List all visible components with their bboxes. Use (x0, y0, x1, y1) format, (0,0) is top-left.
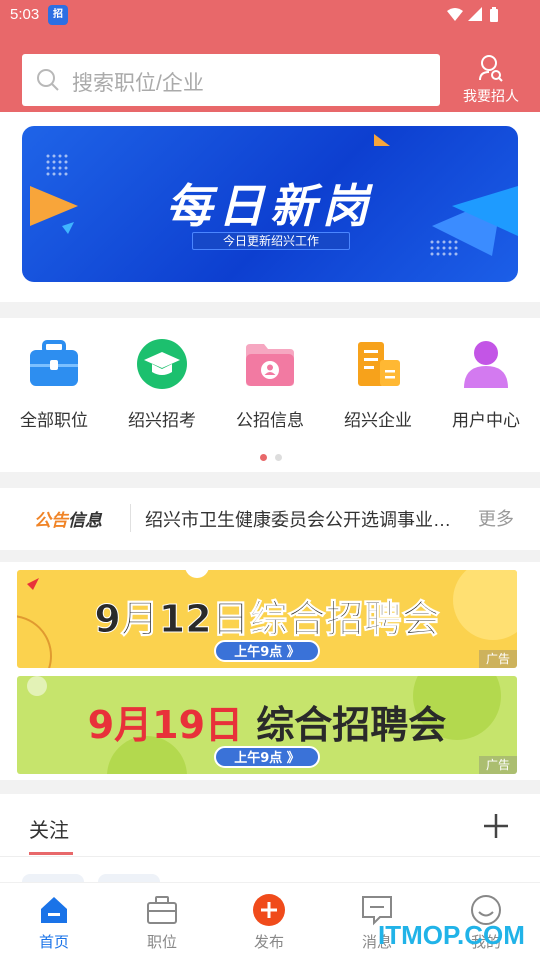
ad-section: 9月12日综合招聘会 上午9点 》 广告 9月19日 综合招聘会 上午9点 》 … (0, 562, 540, 780)
search-placeholder: 搜索职位/企业 (72, 72, 204, 95)
banner-headline: 每日新岗 (166, 179, 374, 233)
promo-banner[interactable]: 每日新岗 今日更新绍兴工作 (22, 126, 518, 282)
plus-circle-icon (253, 894, 285, 926)
top-header: 搜索职位/企业 我要招人 (0, 30, 540, 112)
app-badge-icon: 招 (48, 5, 68, 25)
ad-title-date: 9月19日 (87, 703, 244, 747)
notice-tag: 公告信息 (34, 506, 102, 531)
notice-divider (130, 504, 131, 532)
home-icon (41, 897, 67, 923)
status-time: 5:03 (10, 6, 40, 23)
menu-item-all-jobs[interactable]: 全部职位 (0, 338, 108, 431)
banner-section: 每日新岗 今日更新绍兴工作 (0, 112, 540, 302)
signal-icon (468, 7, 482, 21)
briefcase-icon (30, 340, 78, 386)
ad-banner[interactable]: 9月12日综合招聘会 上午9点 》 广告 (17, 570, 517, 668)
ad-title: 9月12日综合招聘会 (17, 588, 517, 643)
notice-tag-part-a: 公告 (34, 511, 68, 531)
follow-tab[interactable]: 关注 (29, 814, 69, 843)
ad-title-date: 9月12日 (94, 597, 250, 642)
menu-item-label: 公招信息 (236, 411, 304, 430)
follow-tab-underline (29, 852, 73, 855)
system-icons (446, 6, 506, 28)
recruit-label: 我要招人 (463, 89, 519, 105)
tab-label: 发布 (253, 934, 284, 951)
ad-tag: 广告 (479, 650, 517, 668)
tab-home[interactable]: 首页 (14, 893, 94, 952)
ad-title-rest: 综合招聘会 (249, 597, 440, 642)
menu-item-user-center[interactable]: 用户中心 (432, 338, 540, 431)
add-icon[interactable] (482, 812, 510, 840)
page-dot (275, 454, 282, 461)
recruit-button[interactable]: 我要招人 (456, 54, 526, 106)
menu-item-label: 全部职位 (20, 411, 88, 430)
menu-item-enterprises[interactable]: 绍兴企业 (324, 338, 432, 431)
menu-item-label: 绍兴招考 (128, 411, 196, 430)
tab-label: 职位 (146, 934, 177, 951)
ad-time-pill: 上午9点 》 (214, 746, 320, 768)
page-dot-active (260, 454, 267, 461)
ad-tag: 广告 (479, 756, 517, 774)
status-bar: 5:03 招 (0, 0, 540, 30)
watermark: ITMOP.COM (378, 920, 525, 950)
wifi-icon (447, 8, 463, 21)
menu-item-public-recruitment[interactable]: 公招信息 (216, 338, 324, 431)
user-icon (464, 341, 508, 388)
ad-time-pill: 上午9点 》 (214, 640, 320, 662)
tab-publish[interactable]: 发布 (229, 893, 309, 952)
page-indicator (256, 446, 286, 465)
ad-title: 9月19日 综合招聘会 (17, 694, 517, 749)
notice-text[interactable]: 绍兴市卫生健康委员会公开选调事业单位工作人员 (145, 506, 461, 532)
menu-item-label: 绍兴企业 (344, 411, 412, 430)
tab-label: 首页 (38, 934, 69, 951)
menu-item-label: 用户中心 (452, 411, 520, 430)
notice-tag-part-b: 信息 (68, 511, 102, 531)
menu-item-exams[interactable]: 绍兴招考 (108, 338, 216, 431)
notice-more-link[interactable]: 更多 (478, 505, 514, 531)
category-menu: 全部职位 绍兴招考 公招信息 绍兴企业 用户中心 (0, 318, 540, 472)
notice-bar[interactable]: 公告信息 绍兴市卫生健康委员会公开选调事业单位工作人员 更多 (0, 488, 540, 550)
ad-title-rest: 综合招聘会 (243, 703, 447, 747)
search-input[interactable]: 搜索职位/企业 (22, 54, 440, 106)
tab-jobs[interactable]: 职位 (122, 893, 202, 952)
ad-banner[interactable]: 9月19日 综合招聘会 上午9点 》 广告 (17, 676, 517, 774)
follow-divider (0, 856, 540, 857)
search-icon (36, 68, 60, 96)
briefcase-icon (147, 896, 177, 924)
graduation-cap-icon (137, 339, 187, 389)
recruiter-icon (479, 55, 503, 82)
battery-icon (490, 7, 498, 22)
building-icon (358, 342, 400, 386)
folder-user-icon (246, 344, 294, 386)
banner-subline: 今日更新绍兴工作 (192, 232, 350, 250)
